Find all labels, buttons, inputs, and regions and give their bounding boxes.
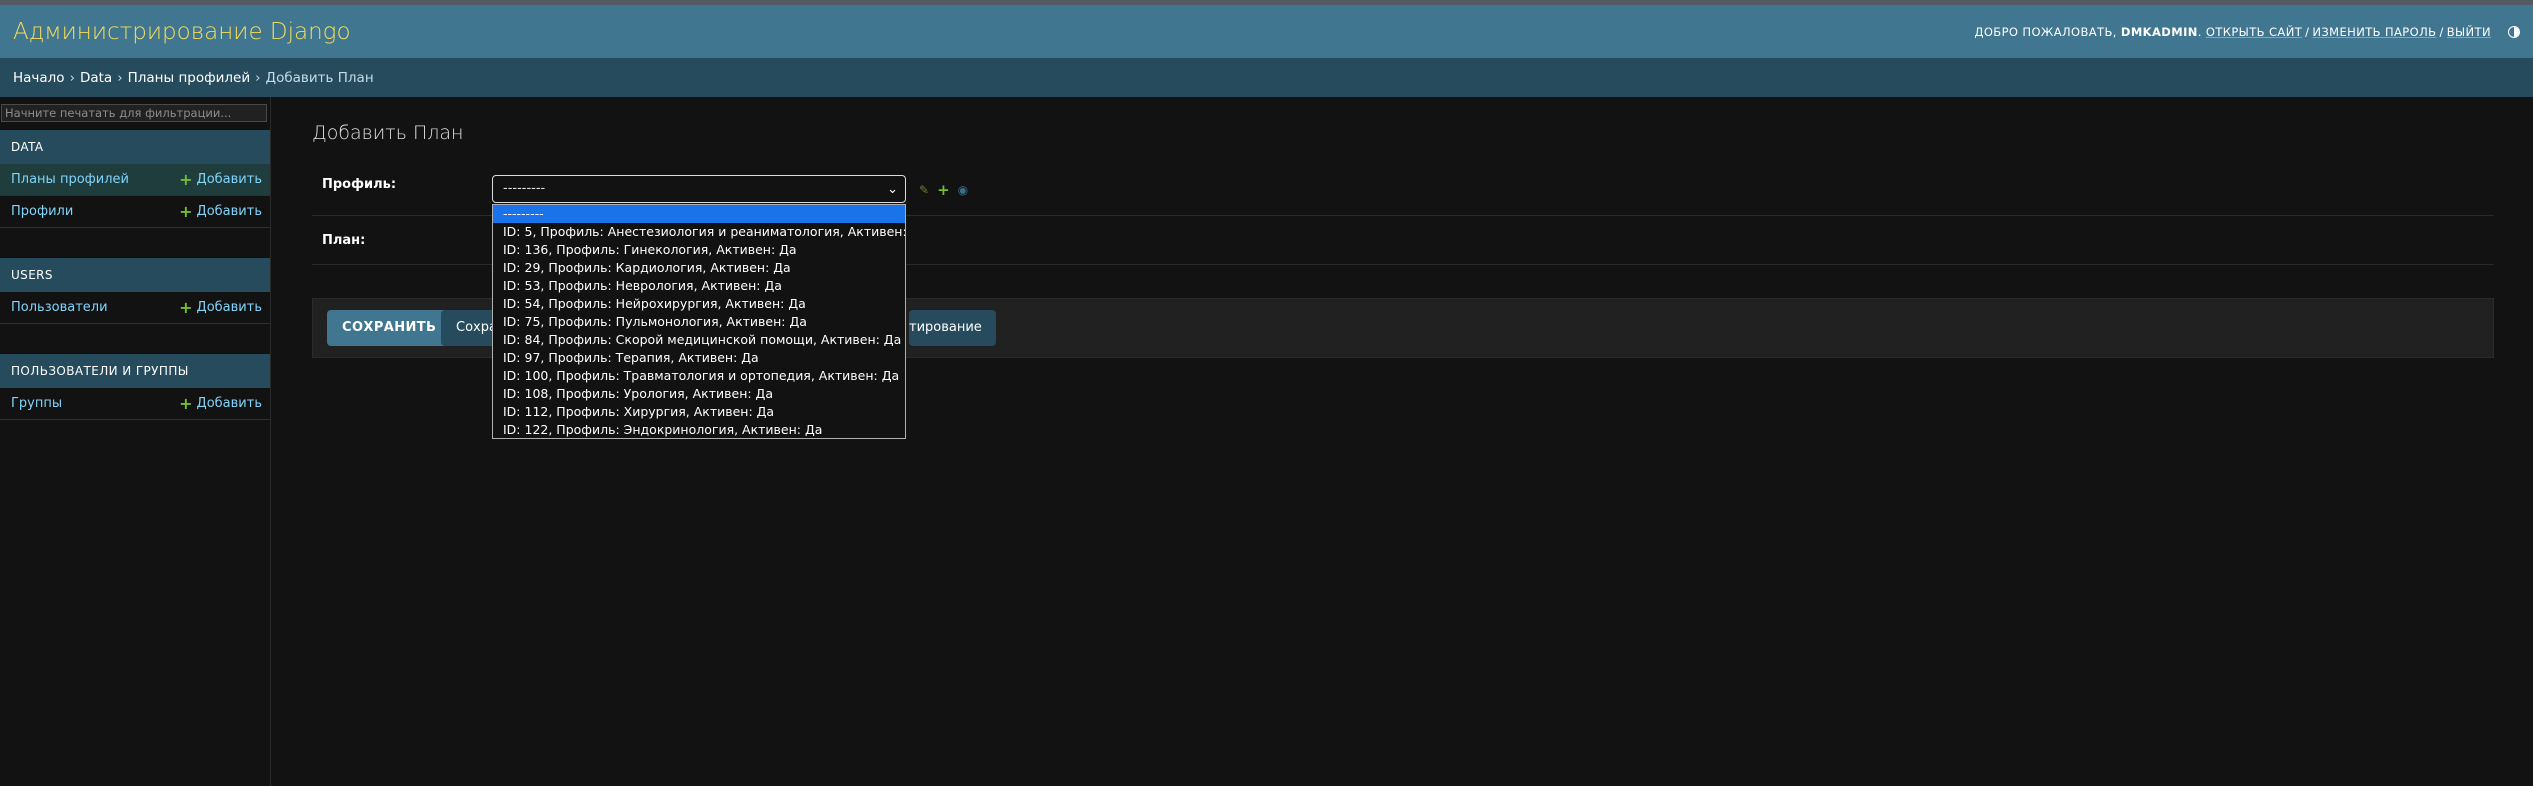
- page-title: Добавить План: [312, 122, 464, 144]
- breadcrumb-separator: ›: [69, 69, 75, 86]
- module-caption-auth[interactable]: ПОЛЬЗОВАТЕЛИ И ГРУППЫ: [0, 354, 270, 388]
- separator: /: [2439, 24, 2444, 39]
- sidebar-item-plans: Планы профилей + Добавить: [0, 164, 270, 196]
- plus-icon: +: [179, 393, 193, 413]
- dropdown-option[interactable]: ID: 54, Профиль: Нейрохирургия, Активен:…: [493, 295, 905, 313]
- dropdown-option[interactable]: ID: 122, Профиль: Эндокринология, Активе…: [493, 421, 905, 438]
- dropdown-option[interactable]: ID: 136, Профиль: Гинекология, Активен: …: [493, 241, 905, 259]
- site-header: Администрирование Django ДОБРО ПОЖАЛОВАТ…: [0, 5, 2533, 58]
- chevron-down-icon: ⌄: [887, 182, 898, 197]
- related-widget-links: ✎ + ◉: [919, 181, 968, 199]
- module-users: USERS Пользователи + Добавить: [0, 258, 270, 324]
- plus-icon: +: [179, 297, 193, 317]
- eye-icon[interactable]: ◉: [958, 183, 968, 197]
- module-auth: ПОЛЬЗОВАТЕЛИ И ГРУППЫ Группы + Добавить: [0, 354, 270, 420]
- pencil-icon[interactable]: ✎: [919, 183, 929, 197]
- dropdown-option[interactable]: ID: 29, Профиль: Кардиология, Активен: Д…: [493, 259, 905, 277]
- logout-link[interactable]: ВЫЙТИ: [2447, 25, 2491, 39]
- view-site-link[interactable]: ОТКРЫТЬ САЙТ: [2206, 25, 2302, 39]
- module-data: DATA Планы профилей + Добавить Профили + Д…: [0, 130, 270, 228]
- plus-icon: +: [179, 201, 193, 221]
- sidebar-item-users: Пользователи + Добавить: [0, 292, 270, 324]
- breadcrumb-home[interactable]: Начало: [13, 70, 65, 86]
- sidebar-item-profiles: Профили + Добавить: [0, 196, 270, 228]
- welcome-text: ДОБРО ПОЖАЛОВАТЬ,: [1974, 24, 2117, 39]
- dropdown-option[interactable]: ID: 112, Профиль: Хирургия, Активен: Да: [493, 403, 905, 421]
- profile-select-value: ---------: [503, 181, 546, 196]
- add-plan-link[interactable]: + Добавить: [179, 169, 262, 189]
- module-caption-users[interactable]: USERS: [0, 258, 270, 292]
- add-label: Добавить: [196, 300, 262, 315]
- add-user-link[interactable]: + Добавить: [179, 297, 262, 317]
- sidebar-item-groups-link[interactable]: Группы: [11, 396, 62, 411]
- dropdown-option[interactable]: ---------: [493, 205, 905, 223]
- nav-sidebar: DATA Планы профилей +Добавить Профили +Д…: [0, 97, 271, 786]
- change-password-link[interactable]: ИЗМЕНИТЬ ПАРОЛЬ: [2312, 25, 2436, 39]
- module-caption-data[interactable]: DATA: [0, 130, 270, 164]
- add-profile-link[interactable]: + Добавить: [179, 201, 262, 221]
- username: DMKADMIN: [2120, 24, 2198, 39]
- breadcrumb-current: Добавить План: [265, 69, 374, 86]
- sidebar-item-profiles-link[interactable]: Профили: [11, 204, 73, 219]
- add-label: Добавить: [196, 396, 262, 411]
- breadcrumb-separator: ›: [255, 69, 261, 86]
- breadcrumb: Начало › Data › Планы профилей › Добавит…: [0, 58, 2533, 97]
- save-and-continue-button[interactable]: тирование: [909, 310, 996, 346]
- add-label: Добавить: [196, 204, 262, 219]
- theme-toggle-icon[interactable]: [2508, 25, 2520, 38]
- sidebar-item-users-link[interactable]: Пользователи: [11, 300, 108, 315]
- save-button[interactable]: СОХРАНИТЬ: [327, 310, 452, 346]
- plus-icon: +: [179, 169, 193, 189]
- breadcrumb-data[interactable]: Data: [80, 70, 112, 86]
- dropdown-option[interactable]: ID: 97, Профиль: Терапия, Активен: Да: [493, 349, 905, 367]
- dropdown-option[interactable]: ID: 108, Профиль: Урология, Активен: Да: [493, 385, 905, 403]
- dropdown-option[interactable]: ID: 75, Профиль: Пульмонология, Активен:…: [493, 313, 905, 331]
- profile-select[interactable]: --------- ⌄: [492, 175, 906, 203]
- add-label: Добавить: [196, 172, 262, 187]
- dropdown-option[interactable]: ID: 100, Профиль: Травматология и ортопе…: [493, 367, 905, 385]
- profile-label: Профиль:: [322, 177, 397, 192]
- dropdown-option[interactable]: ID: 5, Профиль: Анестезиология и реанима…: [493, 223, 905, 241]
- user-tools: ДОБРО ПОЖАЛОВАТЬ, DMKADMIN. ОТКРЫТЬ САЙТ…: [1974, 25, 2520, 39]
- plus-icon[interactable]: +: [937, 181, 950, 199]
- sidebar-item-groups: Группы + Добавить: [0, 388, 270, 420]
- breadcrumb-plans[interactable]: Планы профилей: [128, 70, 251, 86]
- sidebar-item-plans-link[interactable]: Планы профилей: [11, 172, 129, 187]
- profile-dropdown-list: --------- ID: 5, Профиль: Анестезиология…: [492, 204, 906, 439]
- plan-label: План:: [322, 233, 366, 248]
- breadcrumb-separator: ›: [117, 69, 123, 86]
- separator: /: [2305, 24, 2310, 39]
- dropdown-option[interactable]: ID: 84, Профиль: Скорой медицинской помо…: [493, 331, 905, 349]
- nav-filter-input[interactable]: [1, 104, 267, 122]
- main-content: Добавить План Профиль: --------- ⌄ ✎ + ◉…: [312, 97, 2533, 786]
- site-title[interactable]: Администрирование Django: [13, 19, 351, 45]
- add-group-link[interactable]: + Добавить: [179, 393, 262, 413]
- dropdown-option[interactable]: ID: 53, Профиль: Неврология, Активен: Да: [493, 277, 905, 295]
